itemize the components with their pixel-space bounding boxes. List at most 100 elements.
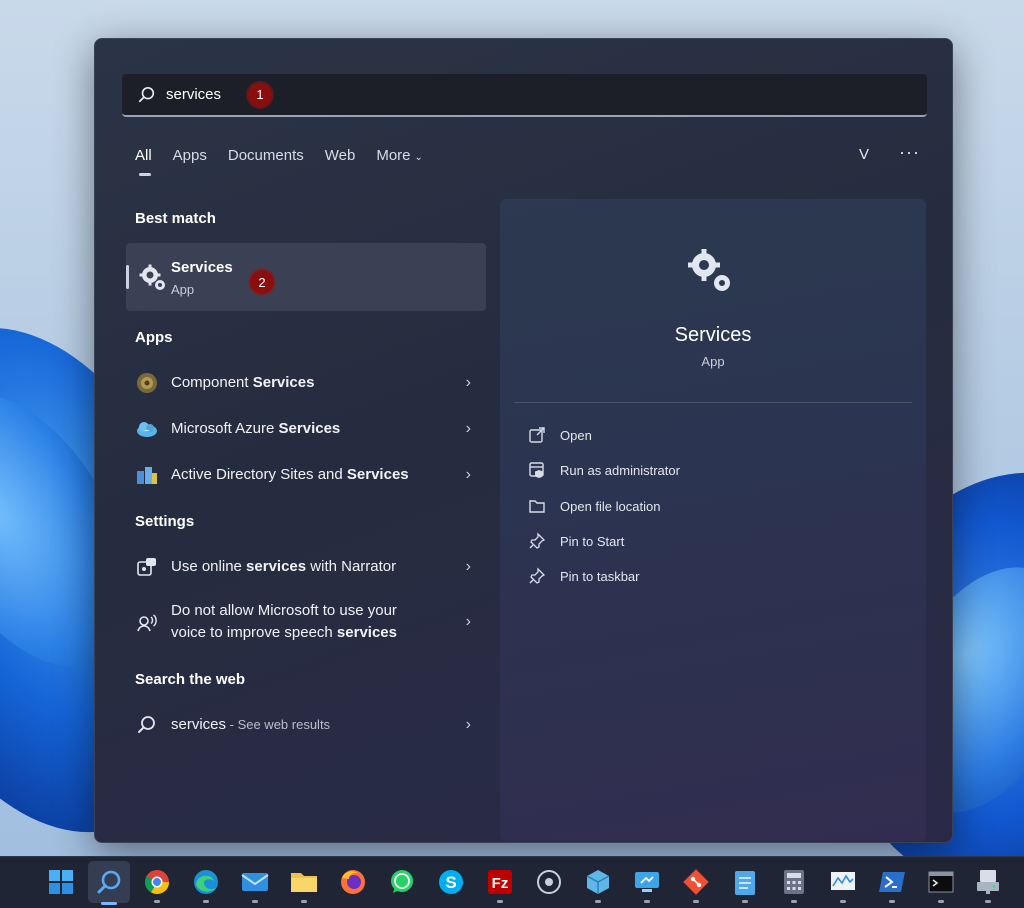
taskbar-performance-monitor[interactable] — [828, 867, 858, 903]
taskbar-powershell[interactable] — [877, 867, 907, 903]
best-match-title: Services — [171, 259, 233, 276]
section-apps: Apps — [135, 329, 173, 346]
component-services-icon — [137, 373, 157, 393]
chevron-right-icon: › — [465, 374, 471, 391]
open-external-icon — [529, 427, 545, 443]
tab-all[interactable]: All — [135, 147, 152, 176]
app-result-label: Microsoft Azure Services — [171, 418, 466, 440]
search-box[interactable]: 1 — [122, 74, 927, 117]
running-indicator — [203, 900, 209, 903]
action-label: Pin to taskbar — [560, 568, 640, 584]
step-badge: 2 — [250, 270, 274, 294]
action-open[interactable]: Open — [528, 426, 592, 444]
web-result-label: services - See web results — [171, 714, 466, 736]
search-input[interactable] — [166, 86, 236, 103]
taskbar-git[interactable] — [681, 867, 711, 903]
label-prefix: Active Directory Sites and — [171, 466, 347, 483]
action-open-file-location[interactable]: Open file location — [528, 497, 660, 515]
label-match: Services — [252, 374, 315, 391]
label-match: services — [246, 558, 307, 575]
more-options-button[interactable]: ··· — [899, 142, 920, 163]
taskbar-calculator[interactable] — [779, 867, 809, 903]
taskbar-chrome[interactable] — [142, 867, 172, 903]
firefox-icon — [341, 870, 365, 894]
running-indicator — [154, 900, 160, 903]
tab-more[interactable]: More ⌄ — [376, 147, 423, 170]
taskbar-mail[interactable] — [240, 867, 270, 903]
chevron-down-icon: ⌄ — [414, 152, 423, 163]
running-indicator — [791, 900, 797, 903]
notepad-icon — [735, 871, 755, 895]
running-indicator — [497, 900, 503, 903]
running-indicator — [840, 900, 846, 903]
running-indicator — [252, 900, 258, 903]
label-part: with Narrator — [306, 558, 397, 575]
cortana-icon — [537, 870, 561, 894]
narrator-icon — [137, 558, 156, 576]
action-pin-to-taskbar[interactable]: Pin to taskbar — [528, 567, 640, 585]
chevron-right-icon: › — [465, 716, 471, 733]
details-pane: Services App Open Run as administrator O… — [500, 199, 926, 841]
label-prefix: Microsoft Azure — [171, 420, 279, 437]
taskbar-packages[interactable] — [583, 867, 613, 903]
folder-icon — [291, 873, 317, 892]
app-result-active-directory[interactable]: Active Directory Sites and Services › — [135, 463, 471, 487]
pin-icon — [529, 567, 546, 584]
action-label: Open file location — [560, 498, 661, 514]
label-match: Services — [278, 420, 341, 437]
setting-result-label: Do not allow Microsoft to use your voice … — [171, 600, 466, 644]
taskbar-cortana[interactable] — [534, 867, 564, 897]
tab-documents[interactable]: Documents — [228, 147, 304, 170]
taskbar-notepad[interactable] — [730, 867, 760, 903]
svg-text:S: S — [445, 873, 456, 892]
running-indicator — [889, 900, 895, 903]
taskbar-edge[interactable] — [191, 867, 221, 903]
setting-result-narrator[interactable]: Use online services with Narrator › — [135, 555, 471, 579]
action-label: Open — [560, 427, 592, 443]
best-match-subtitle: App — [171, 282, 195, 297]
action-run-as-admin[interactable]: Run as administrator — [528, 461, 680, 479]
tab-apps[interactable]: Apps — [173, 147, 207, 170]
windows-logo-icon — [49, 870, 73, 894]
taskbar-skype[interactable]: S — [436, 867, 466, 897]
taskbar-whatsapp[interactable] — [387, 867, 417, 897]
gears-icon — [139, 264, 165, 290]
chevron-right-icon: › — [465, 420, 471, 437]
app-result-label: Active Directory Sites and Services — [171, 464, 466, 486]
action-pin-to-start[interactable]: Pin to Start — [528, 532, 624, 550]
taskbar-start-button[interactable] — [46, 867, 76, 897]
edge-icon — [194, 870, 218, 894]
mail-icon — [241, 873, 269, 891]
taskbar-search-button[interactable] — [88, 861, 130, 905]
account-avatar[interactable]: V — [859, 146, 869, 163]
running-indicator — [985, 900, 991, 903]
taskbar-network-drive[interactable] — [973, 867, 1003, 903]
taskbar-remote-desktop[interactable] — [632, 867, 662, 903]
taskbar-filezilla[interactable]: Fz — [485, 867, 515, 903]
taskbar-terminal[interactable] — [926, 867, 956, 903]
label-prefix: Component — [171, 374, 253, 391]
taskbar-firefox[interactable] — [338, 867, 368, 897]
web-query: services — [171, 716, 227, 733]
action-label: Run as administrator — [560, 462, 680, 478]
chrome-icon — [144, 870, 169, 895]
setting-result-speech[interactable]: Do not allow Microsoft to use your voice … — [135, 600, 471, 644]
best-match-services[interactable]: Services App 2 — [126, 243, 486, 311]
setting-result-label: Use online services with Narrator — [171, 556, 466, 578]
app-result-component-services[interactable]: Component Services › — [135, 371, 471, 395]
label-part: voice to improve speech — [171, 624, 337, 641]
active-indicator — [101, 902, 117, 905]
package-icon — [586, 870, 610, 894]
web-result[interactable]: services - See web results › — [135, 713, 471, 737]
details-title: Services — [674, 324, 752, 346]
app-result-azure-services[interactable]: ~ Microsoft Azure Services › — [135, 417, 471, 441]
performance-monitor-icon — [831, 872, 855, 890]
terminal-icon — [928, 871, 954, 893]
chevron-right-icon: › — [465, 466, 471, 483]
taskbar-file-explorer[interactable] — [289, 867, 319, 903]
running-indicator — [301, 900, 307, 903]
section-best-match: Best match — [135, 210, 216, 227]
action-label: Pin to Start — [560, 533, 625, 549]
tab-web[interactable]: Web — [325, 147, 356, 170]
filezilla-icon: Fz — [488, 870, 512, 894]
